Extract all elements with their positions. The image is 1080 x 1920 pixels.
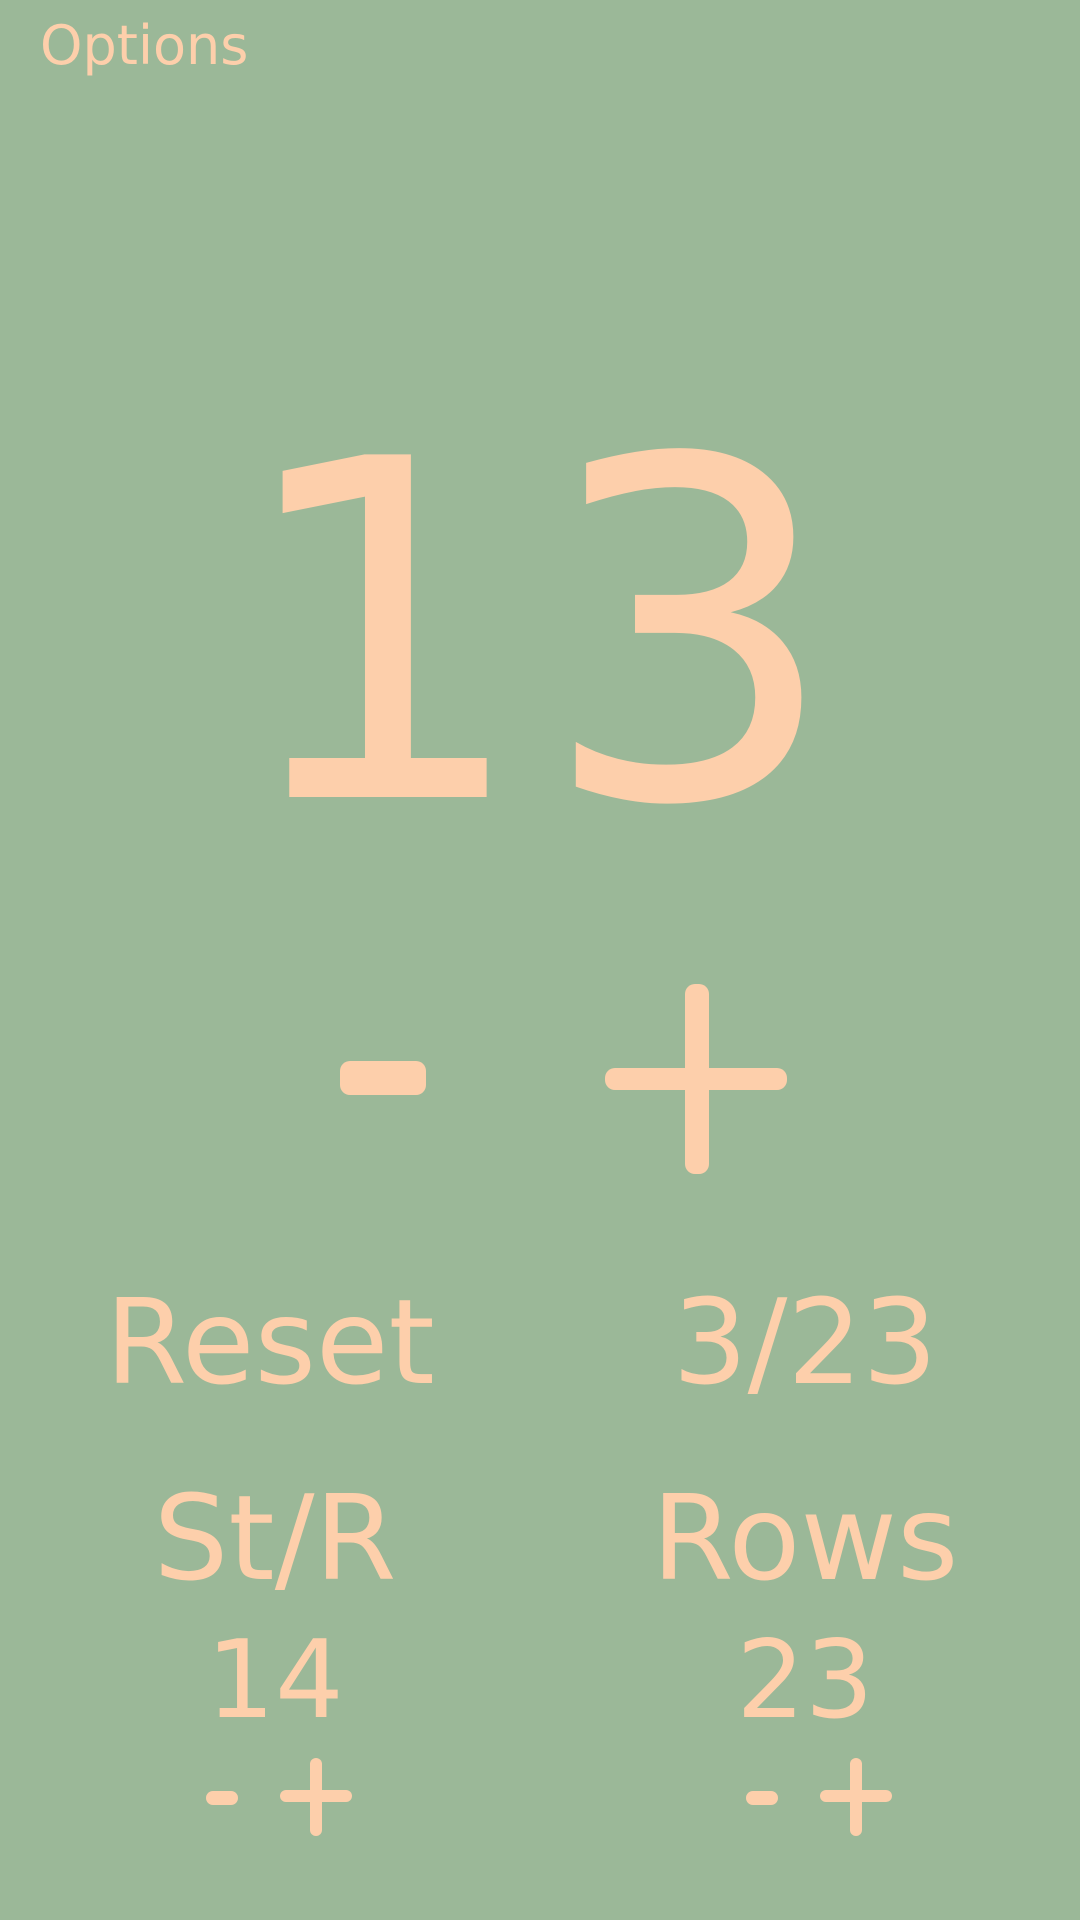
- row-progress: 3/23: [672, 1273, 938, 1411]
- stitches-per-row-decrement-button[interactable]: [206, 1791, 238, 1805]
- rows-label: Rows: [651, 1469, 959, 1607]
- rows-increment-button[interactable]: [820, 1758, 892, 1836]
- rows-value: 23: [736, 1618, 874, 1743]
- options-button[interactable]: Options: [40, 14, 248, 79]
- reset-button[interactable]: Reset: [100, 1277, 440, 1408]
- plus-icon-vertical: [850, 1758, 862, 1836]
- plus-icon-vertical: [685, 984, 709, 1174]
- plus-icon-vertical: [310, 1758, 322, 1836]
- stitch-counter-display: 13: [230, 361, 850, 908]
- rows-decrement-button[interactable]: [746, 1791, 778, 1805]
- increment-counter-button[interactable]: [605, 984, 787, 1174]
- stitches-per-row-increment-button[interactable]: [280, 1758, 352, 1836]
- stitches-per-row-label: St/R: [153, 1469, 397, 1607]
- decrement-counter-button[interactable]: [340, 1061, 426, 1095]
- stitches-per-row-value: 14: [206, 1618, 344, 1743]
